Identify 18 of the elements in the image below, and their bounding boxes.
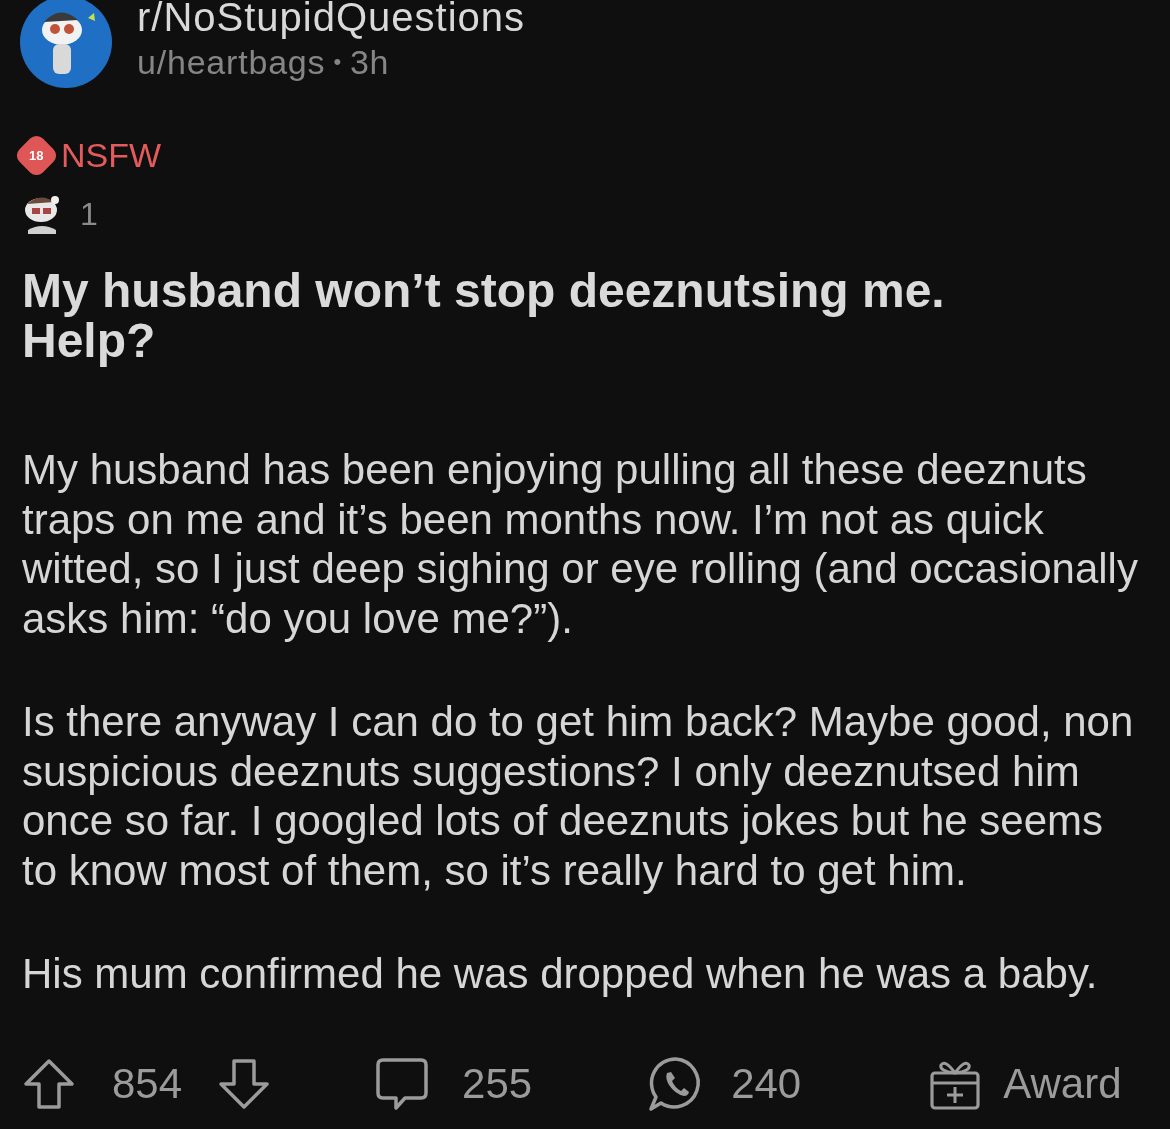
separator-dot: • — [333, 48, 342, 76]
comment-icon[interactable] — [375, 1056, 430, 1111]
award-button[interactable]: Award — [1003, 1052, 1122, 1115]
post-paragraph: His mum confirmed he was dropped when he was a baby. — [22, 949, 1099, 999]
post-age: 3h — [349, 42, 390, 82]
author-link[interactable]: u/heartbags — [137, 42, 326, 82]
post-title: My husband won’t stop deeznutsing me. Help? — [22, 266, 946, 366]
share-count[interactable]: 240 — [731, 1052, 802, 1115]
nsfw-label: NSFW — [61, 138, 162, 172]
vote-score: 854 — [112, 1059, 183, 1109]
post-paragraph: My husband has been enjoying pulling all these deeznuts traps on me and it’s been months now. I’m not as quick witted, so I just deep sighing or eye rolling (and occasionally asks him: “do you love me?”). — [22, 445, 1139, 643]
comment-count[interactable]: 255 — [462, 1052, 533, 1115]
downvote-icon[interactable] — [218, 1057, 271, 1110]
post-paragraph: Is there anyway I can do to get him back? Maybe good, non suspicious deeznuts suggestions? I only deeznutsed him once so far. I googled lots of deeznuts jokes but he seems to know most of them, so it’s really hard to get him. — [22, 697, 1135, 895]
award-count: 1 — [80, 195, 98, 234]
upvote-icon[interactable] — [23, 1057, 75, 1110]
avatar-icon[interactable] — [20, 0, 112, 88]
subreddit-link[interactable]: r/NoStupidQuestions — [137, 0, 526, 38]
